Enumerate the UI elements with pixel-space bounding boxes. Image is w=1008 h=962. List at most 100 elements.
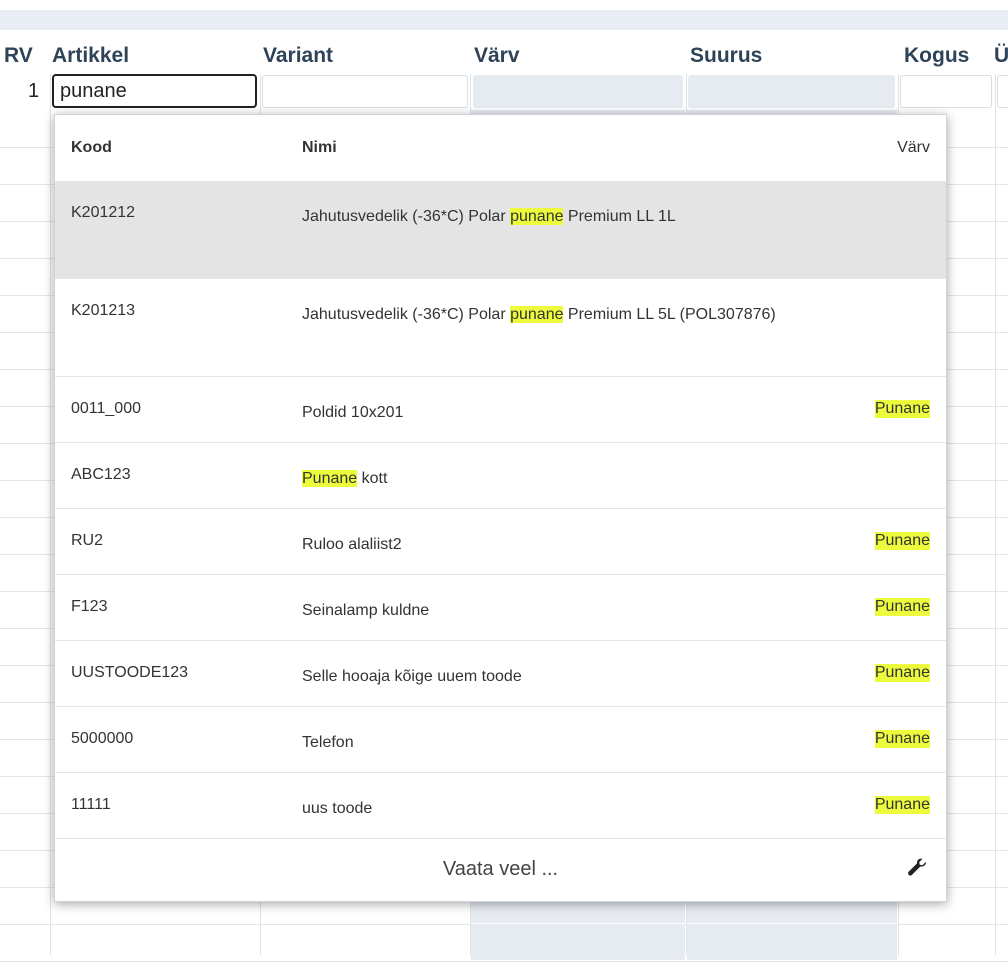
result-name-text: Jahutusvedelik (-36*C) Polar <box>302 306 511 323</box>
table-cell <box>996 258 1008 294</box>
result-name: uus toode <box>302 796 802 822</box>
table-cell <box>996 480 1008 516</box>
column-divider <box>995 74 996 955</box>
row-number: 1 <box>28 80 40 102</box>
match-highlight: punane <box>510 306 564 323</box>
result-name-text: Premium LL 5L (POL307876) <box>563 306 776 323</box>
table-cell <box>0 258 50 294</box>
table-cell <box>0 813 50 849</box>
column-divider <box>50 74 51 955</box>
autocomplete-popup: Kood Nimi Värv K201212 Jahutusvedelik (-3… <box>54 114 947 902</box>
popup-result-row[interactable]: RU2 Ruloo alaliist2 Punane <box>55 509 946 575</box>
popup-result-row[interactable]: K201213 Jahutusvedelik (-36*C) Polar puna… <box>55 279 946 377</box>
top-bar <box>0 10 1008 30</box>
column-header-u: Ü <box>994 44 1008 67</box>
popup-header-name: Nimi <box>302 139 337 156</box>
table-cell <box>996 147 1008 183</box>
result-name-text: Selle hooaja kõige uuem toode <box>302 668 522 685</box>
popup-result-row[interactable]: UUSTOODE123 Selle hooaja kõige uuem toode… <box>55 641 946 707</box>
table-cell <box>0 739 50 775</box>
result-color: Punane <box>874 796 930 814</box>
table-cell <box>0 702 50 738</box>
popup-result-row[interactable]: F123 Seinalamp kuldne Punane <box>55 575 946 641</box>
see-more-link[interactable]: Vaata veel ... <box>55 858 946 881</box>
u-cell[interactable] <box>997 75 1008 108</box>
table-cell <box>996 332 1008 368</box>
result-color: Punane <box>874 664 930 682</box>
wrench-icon[interactable] <box>906 857 928 879</box>
popup-header-code: Kood <box>71 139 112 156</box>
result-code: 0011_000 <box>71 400 141 417</box>
table-cell <box>0 332 50 368</box>
column-header-variant: Variant <box>263 44 334 67</box>
table-cell <box>996 628 1008 664</box>
match-highlight: punane <box>510 208 564 225</box>
result-code: K201213 <box>71 302 136 319</box>
table-cell <box>0 110 50 146</box>
table-cell <box>996 813 1008 849</box>
popup-header-color: Värv <box>897 139 930 156</box>
table-cell <box>996 887 1008 923</box>
column-header-rv: RV <box>4 44 33 67</box>
table-cell <box>0 147 50 183</box>
column-header-artikkel: Artikkel <box>52 44 130 67</box>
column-header-kogus: Kogus <box>904 44 970 67</box>
table-cell <box>0 628 50 664</box>
popup-result-row[interactable]: ABC123 Punane kott <box>55 443 946 509</box>
result-name: Jahutusvedelik (-36*C) Polar punane Prem… <box>302 204 802 230</box>
result-name: Seinalamp kuldne <box>302 598 802 624</box>
result-name-text: Ruloo alaliist2 <box>302 536 402 553</box>
table-cell <box>0 665 50 701</box>
suurus-cell <box>688 75 895 108</box>
table-header: RV Artikkel Variant Värv Suurus Kogus Ü <box>0 30 1008 74</box>
result-name-text: Telefon <box>302 734 354 751</box>
table-cell <box>996 850 1008 886</box>
artikkel-input[interactable] <box>52 74 257 108</box>
table-cell <box>0 517 50 553</box>
result-name: Punane kott <box>302 466 802 492</box>
table-row <box>0 924 1008 962</box>
popup-result-row[interactable]: 11111 uus toode Punane <box>55 773 946 839</box>
table-cell <box>996 591 1008 627</box>
result-code: K201212 <box>71 204 136 221</box>
table-cell <box>996 517 1008 553</box>
table-cell <box>996 406 1008 442</box>
table-cell <box>996 295 1008 331</box>
table-cell <box>0 369 50 405</box>
result-name-text: kott <box>357 470 388 487</box>
variant-cell[interactable] <box>262 75 468 108</box>
result-name-text: Premium LL 1L <box>563 208 676 225</box>
table-cell <box>996 554 1008 590</box>
table-cell <box>0 591 50 627</box>
table-cell <box>0 406 50 442</box>
result-name-text: Poldid 10x201 <box>302 404 404 421</box>
table-cell <box>996 184 1008 220</box>
table-cell <box>996 369 1008 405</box>
result-code: 11111 <box>71 796 111 813</box>
table-cell <box>996 739 1008 775</box>
table-cell <box>0 850 50 886</box>
table-cell <box>0 295 50 331</box>
result-name: Telefon <box>302 730 802 756</box>
column-header-varv: Värv <box>474 44 520 67</box>
result-name: Ruloo alaliist2 <box>302 532 802 558</box>
result-color: Punane <box>874 532 930 550</box>
table-cell <box>996 110 1008 146</box>
table-cell <box>0 887 50 923</box>
popup-result-row[interactable]: 0011_000 Poldid 10x201 Punane <box>55 377 946 443</box>
table-cell <box>996 443 1008 479</box>
result-name-text: uus toode <box>302 800 373 817</box>
table-cell <box>0 443 50 479</box>
match-highlight: Punane <box>302 470 358 487</box>
popup-result-row[interactable]: K201212 Jahutusvedelik (-36*C) Polar puna… <box>55 181 946 279</box>
varv-cell <box>473 75 683 108</box>
result-name: Jahutusvedelik (-36*C) Polar punane Prem… <box>302 302 802 328</box>
result-code: F123 <box>71 598 108 615</box>
popup-result-row[interactable]: 5000000 Telefon Punane <box>55 707 946 773</box>
result-code: UUSTOODE123 <box>71 664 189 681</box>
kogus-cell[interactable] <box>900 75 992 108</box>
result-color: Punane <box>874 598 930 616</box>
result-name-text: Jahutusvedelik (-36*C) Polar <box>302 208 511 225</box>
result-code: ABC123 <box>71 466 131 483</box>
table-cell <box>0 776 50 812</box>
